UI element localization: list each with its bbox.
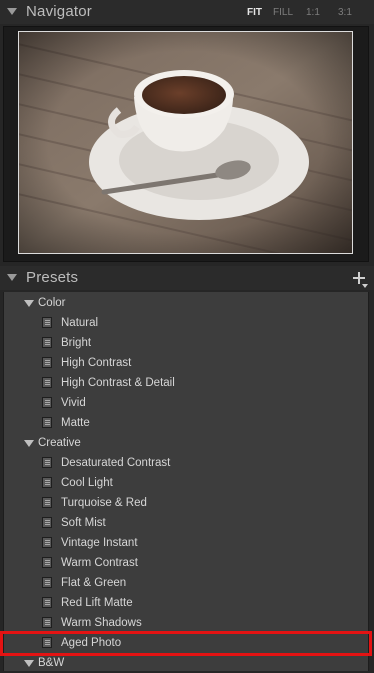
preset-label: Vintage Instant — [61, 537, 138, 549]
preset-label: Red Lift Matte — [61, 597, 133, 609]
preset-label: Bright — [61, 337, 92, 349]
preset-item[interactable]: Vintage Instant — [4, 533, 368, 553]
preset-icon — [42, 457, 52, 468]
preset-label: Vivid — [61, 397, 86, 409]
preset-label: Cool Light — [61, 477, 113, 489]
collapse-triangle-icon[interactable] — [7, 8, 17, 15]
preset-item[interactable]: Desaturated Contrast — [4, 453, 368, 473]
preset-item[interactable]: Warm Contrast — [4, 553, 368, 573]
zoom-fill[interactable]: FILL — [273, 7, 293, 18]
collapse-triangle-icon[interactable] — [7, 274, 17, 281]
preset-label: Flat & Green — [61, 577, 127, 589]
preset-label: Turquoise & Red — [61, 497, 147, 509]
preset-icon — [42, 477, 52, 488]
preset-icon — [42, 417, 52, 428]
expand-triangle-icon[interactable] — [24, 440, 34, 447]
navigator-title: Navigator — [26, 3, 92, 20]
preset-label: High Contrast — [61, 357, 132, 369]
preset-item[interactable]: Soft Mist — [4, 513, 368, 533]
preset-label: Matte — [61, 417, 90, 429]
preset-icon — [42, 597, 52, 608]
preset-item[interactable]: Turquoise & Red — [4, 493, 368, 513]
preset-icon — [42, 317, 52, 328]
preset-label: Natural — [61, 317, 99, 329]
chevron-down-icon[interactable] — [362, 284, 368, 288]
zoom-1-1[interactable]: 1:1 — [306, 7, 320, 18]
navigator-header[interactable]: Navigator FIT FILL 1:1 3:1 — [0, 0, 374, 24]
folder-bw[interactable]: B&W — [4, 653, 368, 673]
preset-item[interactable]: Bright — [4, 333, 368, 353]
expand-triangle-icon[interactable] — [24, 300, 34, 307]
preset-item[interactable]: Vivid — [4, 393, 368, 413]
coffee-cup-photo-icon — [19, 32, 352, 253]
folder-color[interactable]: Color — [4, 293, 368, 313]
preset-icon — [42, 577, 52, 588]
highlight-box — [0, 631, 372, 656]
folder-creative[interactable]: Creative — [4, 433, 368, 453]
presets-title: Presets — [26, 269, 79, 286]
preset-icon — [42, 537, 52, 548]
preset-label: Desaturated Contrast — [61, 457, 171, 469]
preset-icon — [42, 497, 52, 508]
preset-item[interactable]: Warm Shadows — [4, 613, 368, 633]
zoom-3-1[interactable]: 3:1 — [338, 7, 352, 18]
expand-triangle-icon[interactable] — [24, 660, 34, 667]
folder-label: B&W — [38, 657, 65, 669]
preset-icon — [42, 517, 52, 528]
preset-item[interactable]: Matte — [4, 413, 368, 433]
preset-label: Warm Contrast — [61, 557, 138, 569]
presets-header[interactable]: Presets — [0, 266, 374, 290]
plus-icon[interactable] — [352, 271, 366, 285]
preset-label: Warm Shadows — [61, 617, 142, 629]
preset-item[interactable]: Natural — [4, 313, 368, 333]
preset-icon — [42, 397, 52, 408]
zoom-fit[interactable]: FIT — [247, 7, 262, 18]
preset-icon — [42, 337, 52, 348]
navigator-preview-image[interactable] — [18, 31, 353, 254]
preset-icon — [42, 357, 52, 368]
presets-list: Color Natural Bright High Contrast High … — [3, 292, 369, 671]
preset-item[interactable]: Cool Light — [4, 473, 368, 493]
preset-icon — [42, 377, 52, 388]
preset-item[interactable]: High Contrast — [4, 353, 368, 373]
preset-item[interactable]: Red Lift Matte — [4, 593, 368, 613]
preset-label: Soft Mist — [61, 517, 106, 529]
folder-label: Color — [38, 297, 66, 309]
preset-item[interactable]: Flat & Green — [4, 573, 368, 593]
preset-item[interactable]: High Contrast & Detail — [4, 373, 368, 393]
folder-label: Creative — [38, 437, 81, 449]
preset-icon — [42, 617, 52, 628]
preset-label: High Contrast & Detail — [61, 377, 175, 389]
preset-icon — [42, 557, 52, 568]
